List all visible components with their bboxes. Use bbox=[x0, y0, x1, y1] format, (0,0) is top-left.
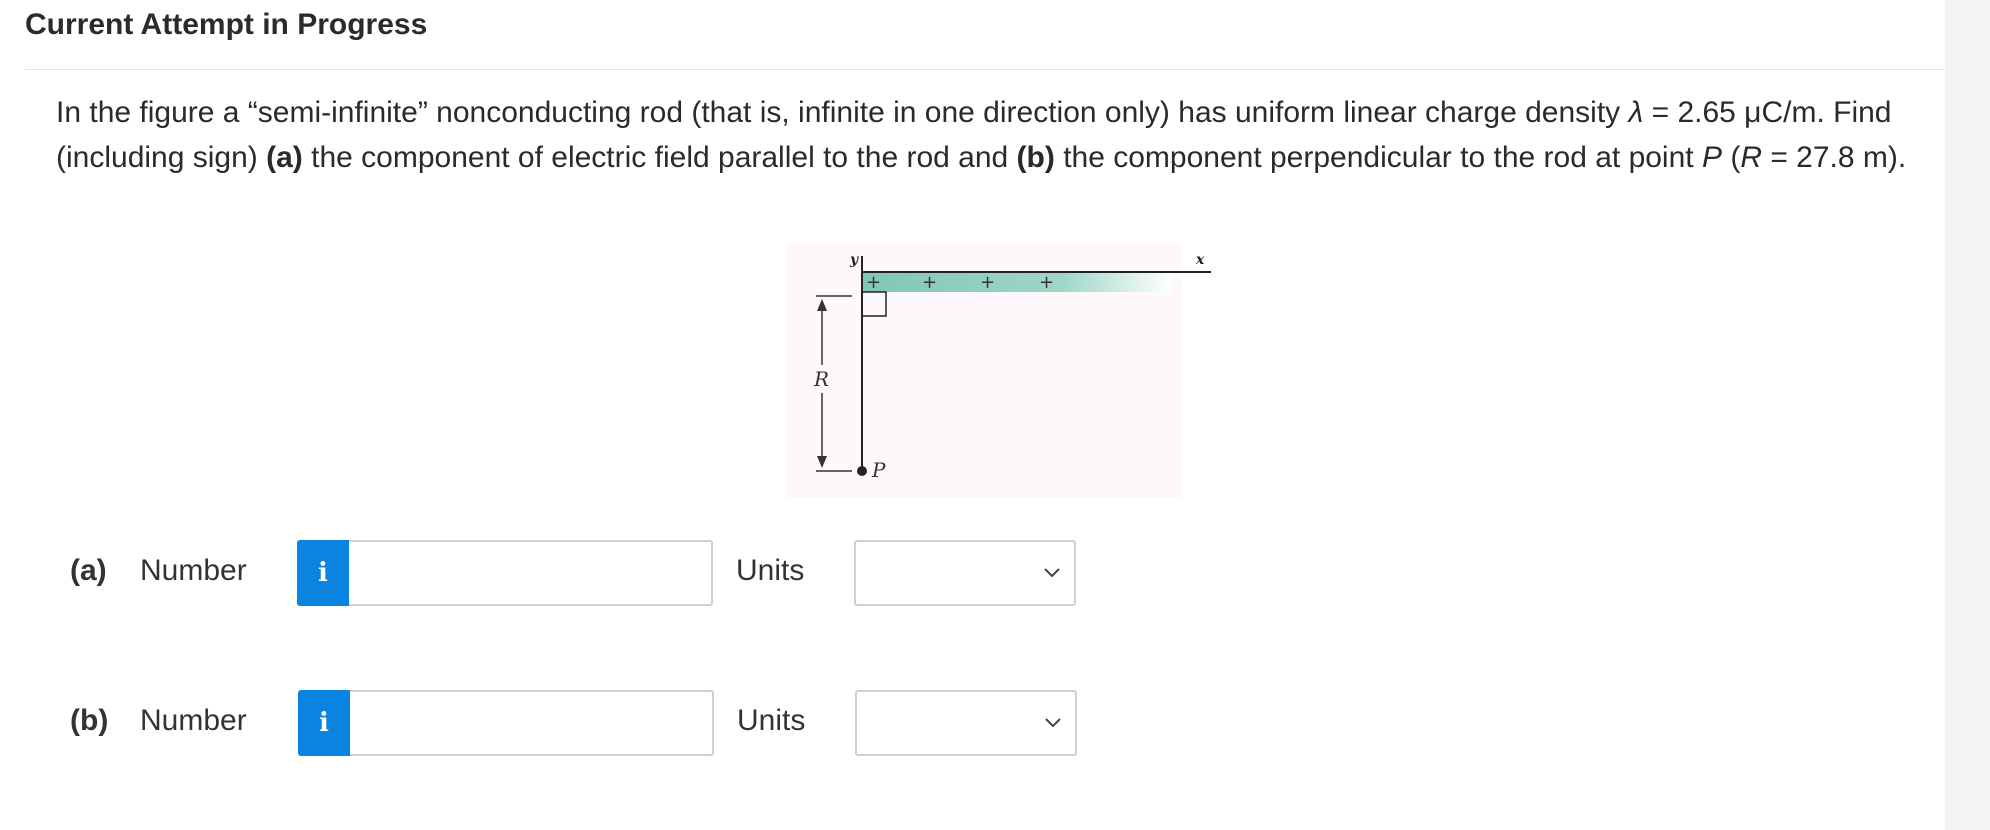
r-symbol: R bbox=[1740, 141, 1762, 174]
question-text-part: In the figure a “semi-infinite” noncondu… bbox=[56, 96, 1629, 129]
question-text-part: = 27.8 m). bbox=[1761, 141, 1907, 174]
p-label: P bbox=[871, 458, 886, 482]
question-panel: Current Attempt in Progress In the figur… bbox=[0, 0, 1945, 830]
info-button[interactable]: i bbox=[298, 690, 350, 756]
r-label: R bbox=[813, 367, 829, 391]
part-label: (a) bbox=[70, 554, 107, 587]
units-label: Units bbox=[736, 554, 805, 587]
chevron-down-icon bbox=[1045, 718, 1061, 728]
header-divider bbox=[25, 69, 1945, 70]
info-button[interactable]: i bbox=[297, 540, 349, 606]
charged-rod bbox=[862, 272, 1171, 292]
attempt-header: Current Attempt in Progress bbox=[25, 8, 428, 41]
question-text-part: the component perpendicular to the rod a… bbox=[1054, 141, 1702, 174]
number-input-a[interactable] bbox=[349, 540, 713, 606]
charge-plus: + bbox=[866, 272, 881, 293]
number-input-b[interactable] bbox=[350, 690, 714, 756]
units-label: Units bbox=[737, 704, 806, 737]
units-select-a[interactable] bbox=[854, 540, 1076, 606]
charge-plus: + bbox=[922, 272, 937, 293]
x-axis-label: x bbox=[1195, 252, 1205, 268]
y-axis-label: y bbox=[849, 252, 859, 268]
chevron-down-icon bbox=[1044, 568, 1060, 578]
question-text: In the figure a “semi-infinite” noncondu… bbox=[56, 90, 1926, 180]
lambda-symbol: λ bbox=[1628, 96, 1644, 129]
part-b-ref: (b) bbox=[1016, 141, 1055, 174]
charge-plus: + bbox=[980, 272, 995, 293]
p-symbol: P bbox=[1701, 141, 1722, 174]
part-label: (b) bbox=[70, 704, 109, 737]
number-label: Number bbox=[140, 554, 247, 587]
question-text-part: ( bbox=[1721, 141, 1741, 174]
units-select-b[interactable] bbox=[855, 690, 1077, 756]
rod-figure: y x + + + + R P bbox=[786, 243, 1211, 498]
charge-plus: + bbox=[1039, 272, 1054, 293]
number-label: Number bbox=[140, 704, 247, 737]
question-text-part: the component of electric field parallel… bbox=[302, 141, 1017, 174]
part-a-ref: (a) bbox=[266, 141, 303, 174]
point-p bbox=[857, 466, 867, 476]
